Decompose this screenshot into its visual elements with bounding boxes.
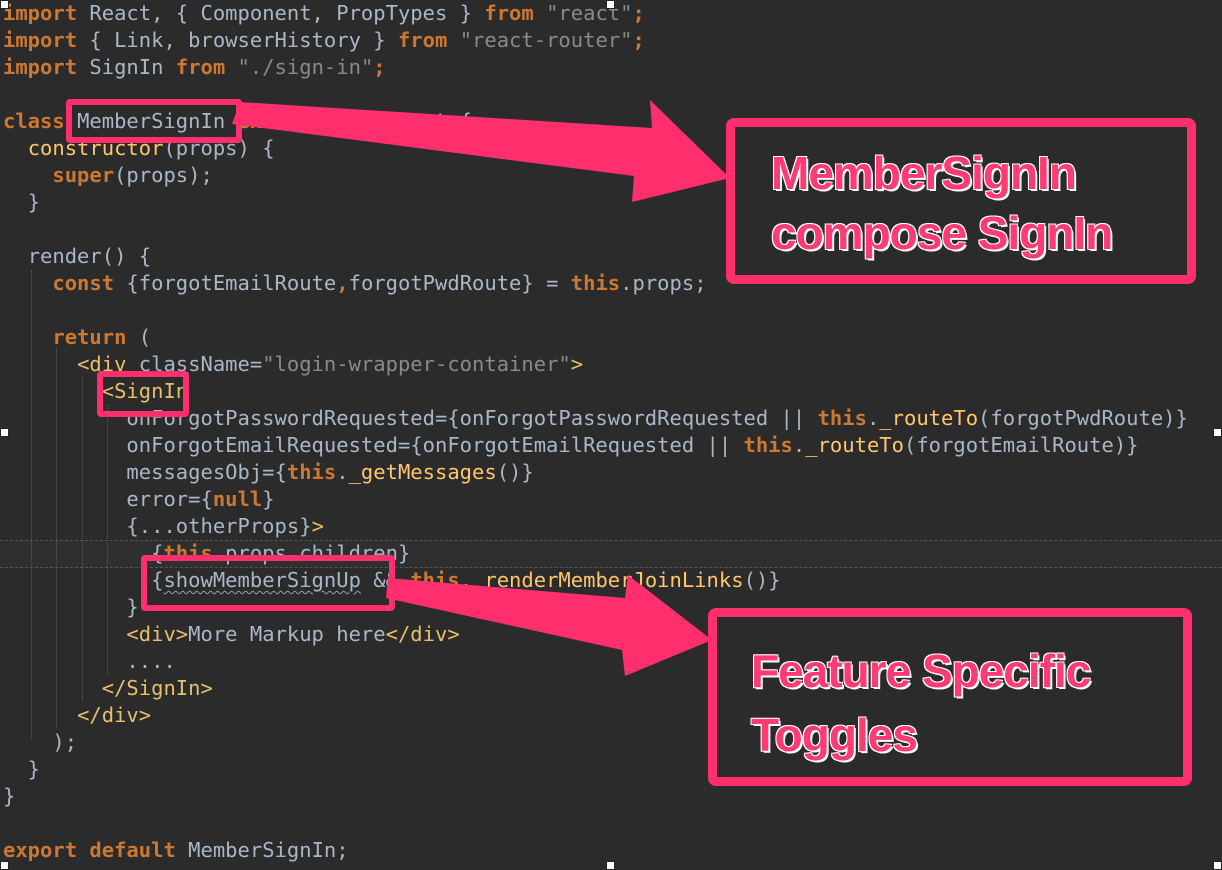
resize-handle-top-center[interactable] xyxy=(606,0,615,9)
resize-handle-top-left[interactable] xyxy=(0,0,9,9)
resize-handle-mid-right[interactable] xyxy=(1213,428,1222,437)
arrow-to-callout-1 xyxy=(232,100,730,202)
resize-handle-bottom-center[interactable] xyxy=(606,861,615,870)
callout-membersignin-line1: MemberSignIn xyxy=(771,147,1077,199)
arrow-to-callout-2 xyxy=(386,575,712,676)
callout-feature-toggles-line2: Toggles xyxy=(751,709,918,761)
resize-handle-bottom-right[interactable] xyxy=(1213,861,1222,870)
resize-handle-mid-left[interactable] xyxy=(0,428,9,437)
callout-membersignin-line2: compose SignIn xyxy=(771,207,1113,259)
toggle-highlight xyxy=(141,555,395,611)
callout-feature-toggles: Feature Specific Toggles xyxy=(708,608,1192,786)
callout-membersignin: MemberSignIn compose SignIn xyxy=(726,118,1196,284)
resize-handle-bottom-left[interactable] xyxy=(0,861,9,870)
callout-feature-toggles-line1: Feature Specific xyxy=(751,645,1091,697)
signin-tag-highlight xyxy=(97,371,189,417)
membersignin-highlight xyxy=(66,99,242,143)
